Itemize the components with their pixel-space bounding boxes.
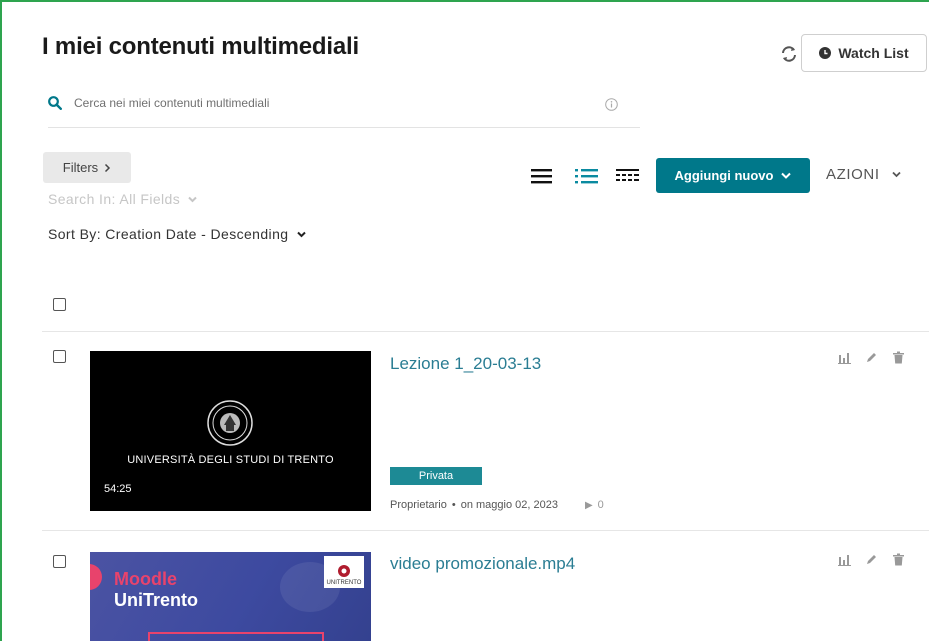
- compact-view-icon[interactable]: [616, 166, 640, 186]
- thumbnail-caption: UNIVERSITÀ DEGLI STUDI DI TRENTO: [127, 454, 334, 466]
- select-all-checkbox[interactable]: [53, 298, 66, 311]
- entry-actions: [838, 351, 905, 364]
- sort-by-label: Sort By: Creation Date - Descending: [48, 226, 289, 242]
- thumbnail-decoration: [90, 564, 102, 590]
- search-input[interactable]: [74, 92, 594, 114]
- entry-checkbox[interactable]: [53, 350, 66, 363]
- edit-icon[interactable]: [865, 553, 878, 566]
- filters-label: Filters: [62, 160, 99, 175]
- edit-icon[interactable]: [865, 351, 878, 364]
- play-count-icon: ▶: [584, 499, 593, 511]
- bullet-separator: •: [451, 499, 456, 511]
- entry-thumbnail[interactable]: Moodle UniTrento UNITRENTO: [90, 552, 371, 641]
- entry-thumbnail[interactable]: UNIVERSITÀ DEGLI STUDI DI TRENTO 54:25: [90, 351, 371, 511]
- search-in-dropdown[interactable]: Search In: All Fields: [48, 191, 197, 207]
- detailed-view-icon[interactable]: [575, 166, 599, 186]
- search-icon: [48, 96, 62, 110]
- thumbnail-title-line1: Moodle: [114, 569, 177, 589]
- entry-checkbox[interactable]: [53, 555, 66, 568]
- university-seal-logo: [207, 400, 253, 446]
- logo-text: UNITRENTO: [326, 580, 362, 586]
- play-count: 0: [597, 499, 604, 511]
- divider: [42, 331, 929, 332]
- seal-icon: [338, 565, 350, 577]
- analytics-icon[interactable]: [838, 351, 851, 364]
- list-view-icon[interactable]: [531, 166, 555, 186]
- delete-icon[interactable]: [892, 351, 905, 364]
- page-title: I miei contenuti multimediali: [42, 33, 359, 60]
- chevron-down-icon: [188, 196, 197, 202]
- chevron-down-icon: [297, 231, 307, 237]
- actions-label: AZIONI: [826, 166, 880, 183]
- chevron-down-icon: [891, 171, 901, 178]
- refresh-icon[interactable]: [780, 45, 798, 63]
- watch-list-button[interactable]: Watch List: [801, 34, 927, 72]
- chevron-right-icon: [105, 163, 111, 172]
- entry-title-link[interactable]: video promozionale.mp4: [390, 554, 575, 574]
- date-label: on maggio 02, 2023: [460, 499, 558, 511]
- entry-title-link[interactable]: Lezione 1_20-03-13: [390, 354, 541, 374]
- search-bar: [48, 92, 640, 128]
- entry-meta: Proprietario • on maggio 02, 2023 ▶ 0: [390, 499, 604, 511]
- delete-icon[interactable]: [892, 553, 905, 566]
- add-new-label: Aggiungi nuovo: [674, 168, 774, 183]
- filters-button[interactable]: Filters: [43, 152, 131, 183]
- clock-icon: [819, 47, 832, 59]
- divider: [42, 530, 929, 531]
- status-badge: Privata: [390, 467, 482, 485]
- analytics-icon[interactable]: [838, 553, 851, 566]
- watch-list-label: Watch List: [838, 45, 909, 61]
- actions-dropdown[interactable]: AZIONI: [826, 166, 901, 183]
- info-icon[interactable]: [605, 98, 618, 111]
- entry-actions: [838, 553, 905, 566]
- duration-label: 54:25: [104, 483, 132, 495]
- unitrento-logo: UNITRENTO: [324, 556, 364, 588]
- sort-by-dropdown[interactable]: Sort By: Creation Date - Descending: [48, 226, 307, 242]
- thumbnail-frame: [148, 632, 324, 641]
- search-in-label: Search In: All Fields: [48, 191, 181, 207]
- chevron-down-icon: [781, 172, 792, 179]
- owner-label: Proprietario: [390, 499, 447, 511]
- add-new-button[interactable]: Aggiungi nuovo: [656, 158, 810, 193]
- thumbnail-title-line2: UniTrento: [114, 590, 198, 610]
